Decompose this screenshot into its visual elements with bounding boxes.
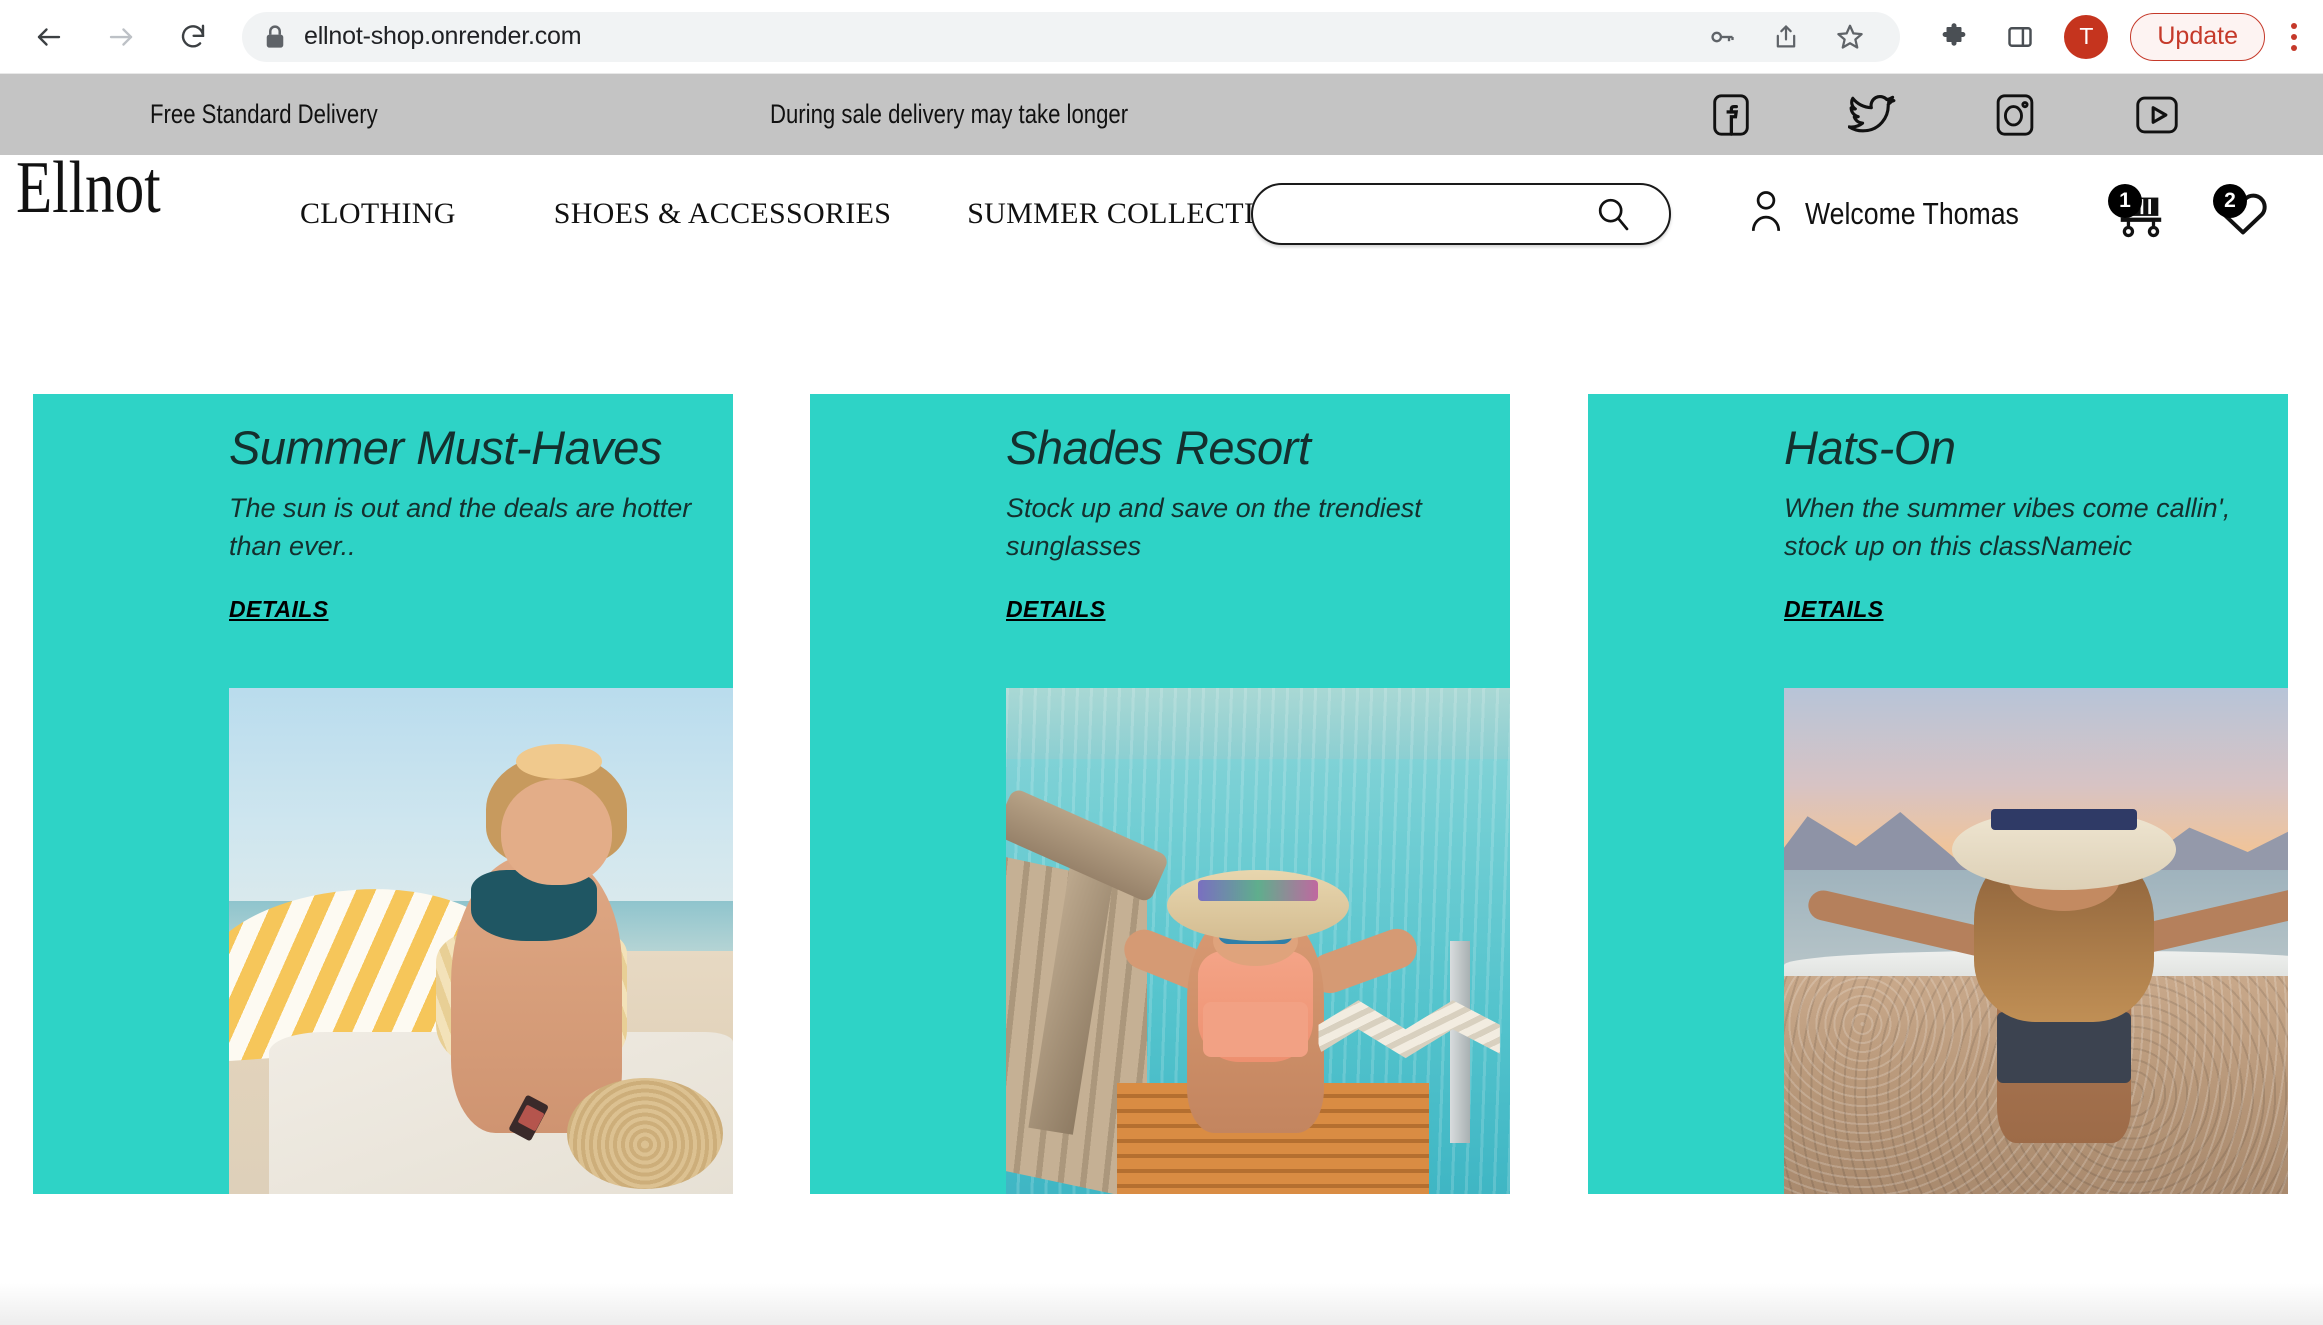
search-icon[interactable] xyxy=(1593,194,1633,234)
key-icon[interactable] xyxy=(1700,15,1744,59)
back-button[interactable] xyxy=(26,14,72,60)
heart-icon: 2 xyxy=(2213,184,2279,242)
account-block[interactable]: Welcome Thomas xyxy=(1745,188,2054,241)
social-links xyxy=(1705,89,2183,141)
pier-swim-photo xyxy=(1006,688,1510,1194)
user-icon xyxy=(1745,188,1787,241)
side-panel-icon[interactable] xyxy=(1998,15,2042,59)
reload-icon xyxy=(181,24,205,48)
cart-count-badge: 1 xyxy=(2108,184,2142,218)
promo-card-title: Summer Must-Haves xyxy=(229,421,662,474)
cart-button[interactable]: 1 xyxy=(2108,184,2174,242)
announcement-bar: Free Standard Delivery During sale deliv… xyxy=(0,74,2323,155)
profile-avatar[interactable]: T xyxy=(2064,14,2109,59)
nav-item-clothing[interactable]: CLOTHING xyxy=(300,197,456,231)
beach-umbrella-photo xyxy=(229,688,733,1194)
share-icon[interactable] xyxy=(1764,15,1808,59)
delivery-notice-right: During sale delivery may take longer xyxy=(770,99,1129,129)
reload-button[interactable] xyxy=(170,14,216,60)
puzzle-piece-icon[interactable] xyxy=(1932,15,1976,59)
page-bottom-edge xyxy=(0,1283,2323,1325)
browser-toolbar: ellnot-shop.onrender.com T Update xyxy=(0,0,2323,74)
promo-card-row: Summer Must-Haves The sun is out and the… xyxy=(0,394,2323,1194)
update-label: Update xyxy=(2157,22,2238,50)
wishlist-count-badge: 2 xyxy=(2213,184,2247,218)
promo-card[interactable]: Shades Resort Stock up and save on the t… xyxy=(810,394,1510,1194)
instagram-icon[interactable] xyxy=(1989,89,2041,141)
bookmark-star-icon[interactable] xyxy=(1828,15,1872,59)
forward-arrow-icon xyxy=(109,27,133,46)
url-text: ellnot-shop.onrender.com xyxy=(304,22,582,50)
promo-card-description: The sun is out and the deals are hotter … xyxy=(229,493,692,562)
promo-card-details-link[interactable]: DETAILS xyxy=(229,596,328,623)
youtube-icon[interactable] xyxy=(2131,89,2183,141)
promo-card[interactable]: Summer Must-Haves The sun is out and the… xyxy=(33,394,733,1194)
promo-card-title: Hats-On xyxy=(1784,421,1956,474)
browser-nav-buttons xyxy=(26,14,216,60)
forward-button[interactable] xyxy=(98,14,144,60)
promo-card-image xyxy=(1006,688,1510,1194)
kebab-menu-icon[interactable] xyxy=(2291,22,2297,51)
address-bar[interactable]: ellnot-shop.onrender.com xyxy=(242,11,1901,62)
promo-card-image xyxy=(229,688,733,1194)
delivery-notice-left: Free Standard Delivery xyxy=(150,99,378,129)
nav-item-summer-collection[interactable]: SUMMER COLLECTION xyxy=(967,197,1298,231)
browser-right-actions: T Update xyxy=(1932,12,2297,61)
update-button[interactable]: Update xyxy=(2130,12,2265,61)
main-navigation: CLOTHING SHOES & ACCESSORIES SUMMER COLL… xyxy=(300,197,1298,231)
promo-card-details-link[interactable]: DETAILS xyxy=(1784,596,1883,623)
promo-card-title: Shades Resort xyxy=(1006,421,1311,474)
promo-card-description: When the summer vibes come callin', stoc… xyxy=(1784,493,2231,562)
facebook-icon[interactable] xyxy=(1705,89,1757,141)
wishlist-button[interactable]: 2 xyxy=(2213,184,2279,242)
search-box[interactable] xyxy=(1251,183,1671,245)
promo-card-description: Stock up and save on the trendiest sungl… xyxy=(1006,493,1422,562)
site-logo[interactable]: Ellnot xyxy=(16,151,161,225)
sunset-beach-photo xyxy=(1784,688,2288,1194)
nav-item-shoes-accessories[interactable]: SHOES & ACCESSORIES xyxy=(554,197,891,231)
promo-card-details-link[interactable]: DETAILS xyxy=(1006,596,1105,623)
welcome-message: Welcome Thomas xyxy=(1805,196,2019,231)
omnibox-actions xyxy=(1700,15,1878,59)
twitter-icon[interactable] xyxy=(1847,89,1899,141)
shopping-cart-icon: 1 xyxy=(2108,184,2174,242)
site-header: Ellnot CLOTHING SHOES & ACCESSORIES SUMM… xyxy=(0,151,2323,273)
promo-card-image xyxy=(1784,688,2288,1194)
promo-card[interactable]: Hats-On When the summer vibes come calli… xyxy=(1588,394,2288,1194)
back-arrow-icon xyxy=(37,27,61,46)
lock-icon xyxy=(264,24,286,50)
search-input[interactable] xyxy=(1253,185,1593,243)
